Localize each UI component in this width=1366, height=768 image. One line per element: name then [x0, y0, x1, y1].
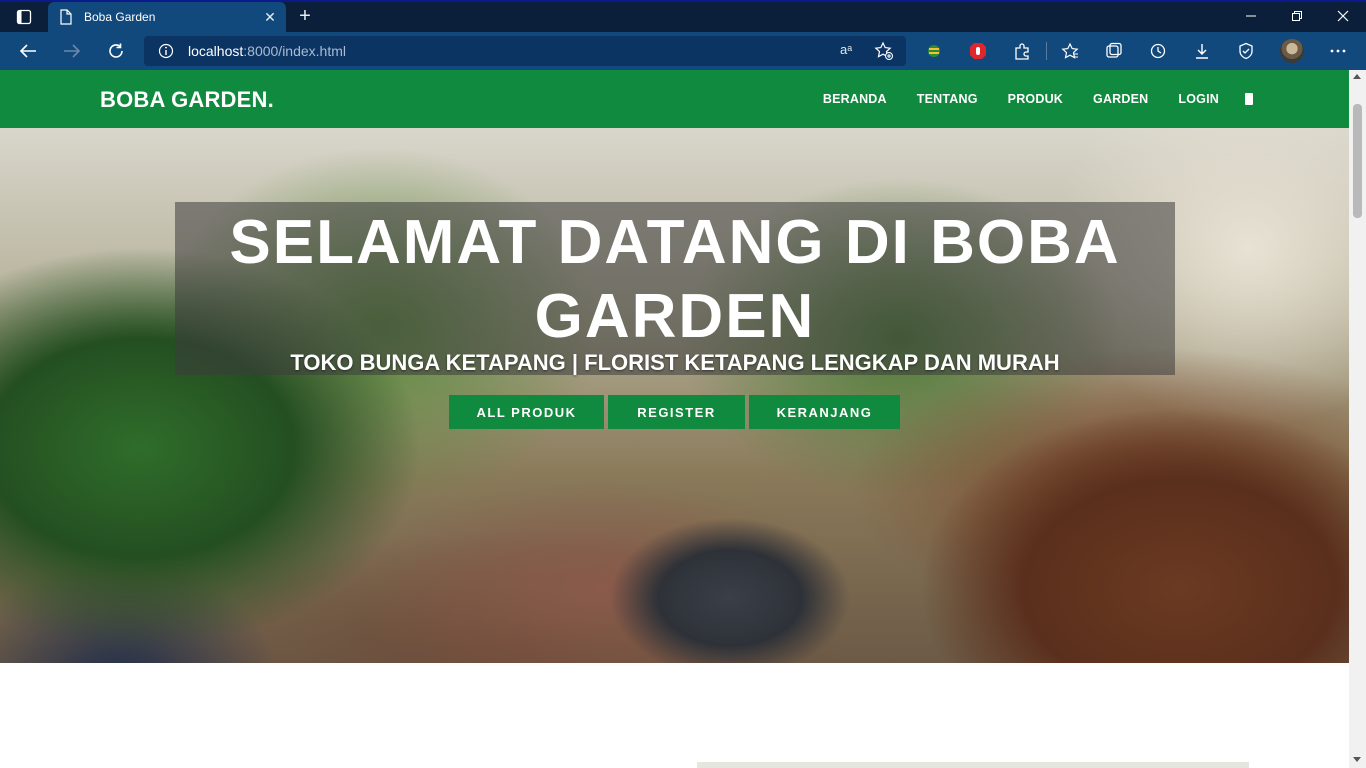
tab-title: Boba Garden — [84, 10, 156, 24]
extension-globe-icon[interactable] — [920, 38, 948, 64]
profile-avatar[interactable] — [1280, 39, 1304, 63]
scrollbar-thumb[interactable] — [1353, 104, 1362, 218]
hero-banner: SELAMAT DATANG DI BOBA GARDEN TOKO BUNGA… — [0, 128, 1349, 663]
tab-actions-icon[interactable] — [8, 4, 40, 30]
more-menu-icon[interactable] — [1324, 38, 1352, 64]
hero-buttons: ALL PRODUK REGISTER KERANJANG — [449, 395, 904, 429]
address-url[interactable]: localhost:8000/index.html — [188, 43, 346, 59]
new-tab-icon[interactable]: + — [292, 4, 318, 28]
scroll-down-icon[interactable] — [1353, 757, 1361, 762]
add-favorite-icon[interactable] — [874, 41, 894, 66]
nav-tentang[interactable]: TENTANG — [917, 92, 978, 106]
nav-links: BERANDA TENTANG PRODUK GARDEN LOGIN — [793, 70, 1253, 128]
history-icon[interactable] — [1144, 38, 1172, 64]
keranjang-button[interactable]: KERANJANG — [749, 395, 900, 429]
nav-garden[interactable]: GARDEN — [1093, 92, 1148, 106]
page-document-icon — [60, 9, 74, 25]
collections-icon[interactable] — [1100, 38, 1128, 64]
download-icon[interactable] — [1188, 38, 1216, 64]
cart-icon[interactable] — [1245, 93, 1253, 105]
address-host: localhost — [188, 43, 244, 59]
browser-essentials-icon[interactable] — [1232, 38, 1260, 64]
refresh-icon[interactable] — [101, 37, 131, 65]
close-tab-icon[interactable]: ✕ — [262, 9, 278, 25]
nav-beranda[interactable]: BERANDA — [823, 92, 887, 106]
nav-produk[interactable]: PRODUK — [1008, 92, 1063, 106]
site-info-icon[interactable] — [158, 43, 174, 64]
all-produk-button[interactable]: ALL PRODUK — [449, 395, 604, 429]
minimize-icon[interactable] — [1228, 0, 1274, 32]
read-aloud-icon[interactable]: aᵃ — [840, 42, 852, 57]
site-navbar: BOBA GARDEN. BERANDA TENTANG PRODUK GARD… — [0, 70, 1349, 128]
page-viewport: BOBA GARDEN. BERANDA TENTANG PRODUK GARD… — [0, 70, 1366, 768]
hero-subtitle: TOKO BUNGA KETAPANG | FLORIST KETAPANG L… — [290, 350, 1060, 375]
toolbar-separator — [1046, 42, 1047, 60]
scroll-up-icon[interactable] — [1353, 74, 1361, 79]
page-scrollbar[interactable] — [1349, 70, 1366, 768]
next-section-edge — [697, 762, 1249, 768]
nav-login[interactable]: LOGIN — [1178, 92, 1219, 106]
favorites-star-icon[interactable] — [1056, 38, 1084, 64]
close-window-icon[interactable] — [1320, 0, 1366, 32]
address-path: :8000/index.html — [243, 43, 346, 59]
browser-toolbar: localhost:8000/index.html aᵃ — [0, 32, 1366, 70]
register-button[interactable]: REGISTER — [608, 395, 745, 429]
browser-tab-active[interactable]: Boba Garden ✕ — [48, 2, 286, 32]
restore-icon[interactable] — [1274, 0, 1320, 32]
browser-tab-bar: Boba Garden ✕ + — [0, 0, 1366, 32]
hero-title: SELAMAT DATANG DI BOBA GARDEN — [229, 208, 1121, 351]
site-brand[interactable]: BOBA GARDEN. — [100, 87, 274, 113]
forward-arrow-icon[interactable] — [57, 37, 87, 65]
back-arrow-icon[interactable] — [13, 37, 43, 65]
address-bar[interactable]: localhost:8000/index.html aᵃ — [144, 36, 906, 66]
extensions-puzzle-icon[interactable] — [1008, 38, 1036, 64]
adblock-hand-icon[interactable] — [964, 38, 992, 64]
